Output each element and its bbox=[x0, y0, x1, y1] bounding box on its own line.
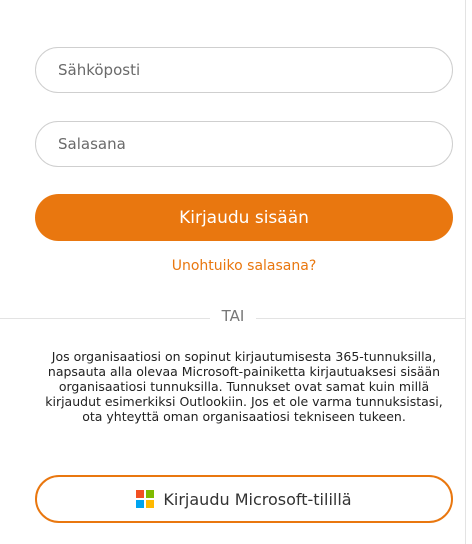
password-input[interactable] bbox=[36, 122, 452, 166]
divider-or: TAI bbox=[0, 307, 466, 325]
microsoft-logo-icon bbox=[136, 490, 155, 508]
divider-or-label: TAI bbox=[209, 307, 257, 325]
password-field-wrapper bbox=[35, 121, 453, 167]
microsoft-login-label: Kirjaudu Microsoft-tilillä bbox=[163, 489, 352, 509]
login-panel: Kirjaudu sisään Unohtuiko salasana? TAI … bbox=[0, 0, 466, 544]
ms-logo-green bbox=[146, 490, 155, 498]
login-button[interactable]: Kirjaudu sisään bbox=[35, 194, 453, 241]
ms-logo-red bbox=[136, 490, 145, 498]
email-input[interactable] bbox=[36, 48, 452, 92]
forgot-password-link[interactable]: Unohtuiko salasana? bbox=[35, 258, 453, 274]
login-button-label: Kirjaudu sisään bbox=[179, 207, 309, 228]
microsoft-login-button[interactable]: Kirjaudu Microsoft-tilillä bbox=[35, 475, 453, 523]
ms-logo-yellow bbox=[146, 500, 155, 508]
email-field-wrapper bbox=[35, 47, 453, 93]
ms-logo-blue bbox=[136, 500, 145, 508]
microsoft-login-info-text: Jos organisaatiosi on sopinut kirjautumi… bbox=[45, 349, 443, 424]
